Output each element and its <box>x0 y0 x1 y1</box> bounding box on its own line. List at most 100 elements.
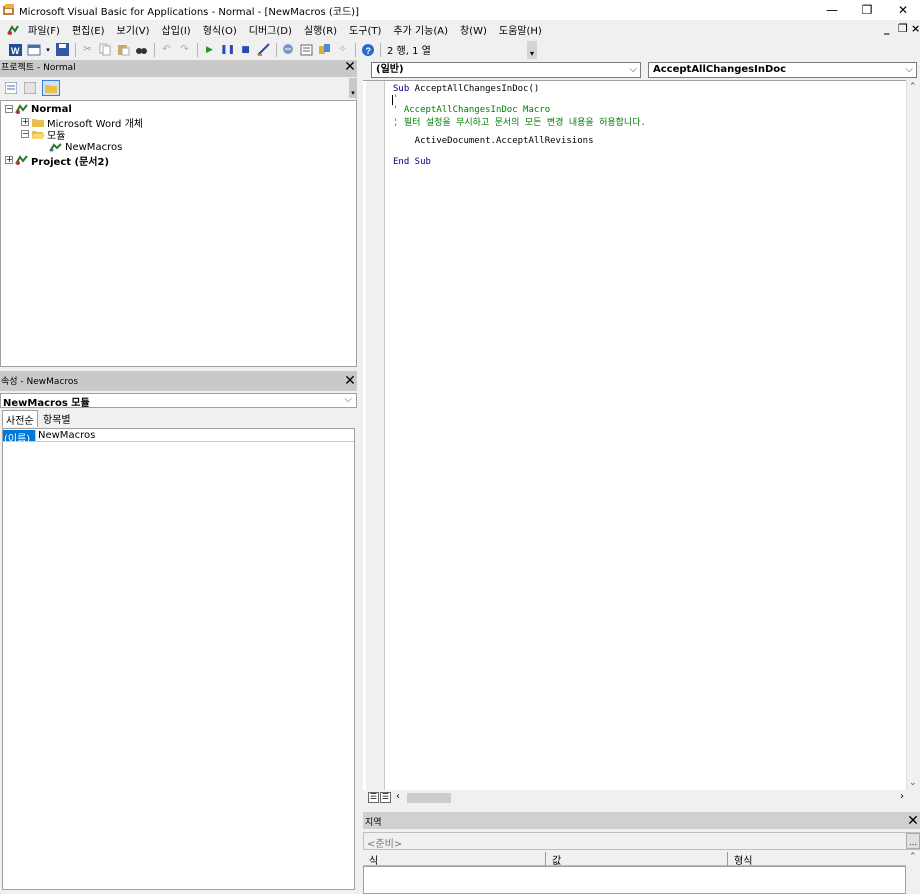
full-module-view-icon[interactable]: ☰ <box>380 792 391 803</box>
view-object-icon[interactable] <box>23 81 37 95</box>
menu-bar: 파일(F) 편집(E) 보기(V) 삽입(I) 형식(O) 디버그(D) 실행(… <box>0 20 920 39</box>
view-word-icon[interactable]: W <box>8 42 23 57</box>
code-window-header: (일반) ⌵ AcceptAllChangesInDoc ⌵ <box>363 61 920 80</box>
cut-icon[interactable]: ✂ <box>80 42 95 57</box>
reset-icon[interactable]: ■ <box>238 42 253 57</box>
project-panel-title: 프로젝트 - Normal <box>0 60 357 77</box>
vba-menu-icon[interactable] <box>6 23 20 37</box>
svg-text:?: ? <box>365 46 371 56</box>
tree-item-newmacros[interactable]: NewMacros <box>49 141 122 153</box>
project-toolbar-grip-icon[interactable]: ▾ <box>349 78 357 98</box>
mdi-close-button[interactable]: × <box>911 22 920 35</box>
dropdown-arrow-icon[interactable]: ▾ <box>44 42 52 57</box>
save-icon[interactable] <box>55 42 70 57</box>
locals-panel-title: 지역 <box>363 812 920 829</box>
scroll-left-icon[interactable]: ‹ <box>396 791 400 802</box>
properties-close-icon[interactable]: ✕ <box>343 374 357 389</box>
code-vertical-scrollbar[interactable]: ⌃ ⌄ <box>906 80 920 790</box>
mdi-restore-button[interactable]: ❐ <box>898 22 908 35</box>
vba-project-icon <box>15 155 28 165</box>
property-value[interactable]: NewMacros <box>35 430 95 441</box>
project-explorer-icon[interactable] <box>281 42 296 57</box>
find-icon[interactable] <box>134 42 149 57</box>
menu-run[interactable]: 실행(R) <box>298 22 343 37</box>
copy-icon[interactable] <box>98 42 113 57</box>
scroll-up-icon[interactable]: ⌃ <box>909 82 917 92</box>
chevron-down-icon[interactable]: ⌵ <box>344 394 352 405</box>
scroll-down-icon[interactable]: ⌄ <box>909 778 917 788</box>
tree-item-modules[interactable]: − 모듈 <box>21 128 65 142</box>
project-close-icon[interactable]: ✕ <box>343 60 357 75</box>
project-tree[interactable]: − Normal + Microsoft Word 개체 − 모듈 NewMac… <box>0 100 357 367</box>
undo-icon[interactable]: ↶ <box>159 42 174 57</box>
tab-alphabetic[interactable]: 사전순 <box>2 410 38 427</box>
property-name: (이름) <box>3 430 35 445</box>
scroll-right-icon[interactable]: › <box>900 791 904 802</box>
locals-more-button[interactable]: … <box>906 833 920 849</box>
menu-tools[interactable]: 도구(T) <box>343 22 387 37</box>
property-row[interactable]: (이름) NewMacros <box>3 430 354 445</box>
properties-window-icon[interactable] <box>299 42 314 57</box>
locals-col-type[interactable]: 형식 <box>728 852 906 867</box>
collapse-icon[interactable]: − <box>5 105 13 113</box>
run-icon[interactable]: ▶ <box>202 42 217 57</box>
mdi-minimize-button[interactable]: _ <box>884 22 890 35</box>
close-button[interactable]: ✕ <box>888 0 918 20</box>
procedure-combo[interactable]: AcceptAllChangesInDoc ⌵ <box>648 62 917 78</box>
menu-help[interactable]: 도움말(H) <box>493 22 548 37</box>
minimize-button[interactable]: — <box>817 0 847 20</box>
toolbar-options-icon[interactable]: ▾ <box>527 41 537 59</box>
tree-item-project2[interactable]: + Project (문서2) <box>5 154 109 168</box>
design-mode-icon[interactable] <box>256 42 271 57</box>
expand-icon[interactable]: + <box>21 118 29 126</box>
insert-userform-icon[interactable] <box>26 42 41 57</box>
break-icon[interactable]: ❚❚ <box>220 42 235 57</box>
toolbox-icon[interactable]: ✧ <box>335 42 350 57</box>
open-folder-icon <box>32 131 45 139</box>
window-title: Microsoft Visual Basic for Applications … <box>19 6 359 18</box>
locals-header: 식 값 형식 <box>363 852 906 867</box>
vba-app-icon <box>3 4 14 15</box>
cursor-position-label: 2 행, 1 열 <box>387 46 431 57</box>
properties-grid: (이름) NewMacros <box>2 428 355 890</box>
locals-col-value[interactable]: 값 <box>546 852 728 867</box>
tree-item-normal[interactable]: − Normal <box>5 103 72 115</box>
view-code-icon[interactable] <box>4 81 18 95</box>
menu-window[interactable]: 창(W) <box>454 22 493 37</box>
procedure-view-icon[interactable]: ☰ <box>368 792 379 803</box>
menu-edit[interactable]: 편집(E) <box>66 22 111 37</box>
collapse-icon[interactable]: − <box>21 130 29 138</box>
locals-col-expression[interactable]: 식 <box>363 852 546 867</box>
tab-categorized[interactable]: 항목별 <box>40 410 74 427</box>
locals-close-icon[interactable]: ✕ <box>906 814 920 829</box>
object-browser-icon[interactable] <box>317 42 332 57</box>
help-icon[interactable]: ? <box>360 42 375 57</box>
tree-item-word-objects[interactable]: + Microsoft Word 개체 <box>21 116 143 130</box>
properties-panel-title: 속성 - NewMacros <box>0 371 357 391</box>
code-margin[interactable] <box>366 81 385 791</box>
menu-insert[interactable]: 삽입(I) <box>156 22 197 37</box>
code-bottom-bar: ☰ ☰ ‹ › <box>363 790 920 806</box>
menu-file[interactable]: 파일(F) <box>22 22 66 37</box>
locals-list[interactable] <box>363 866 906 894</box>
expand-icon[interactable]: + <box>5 156 13 164</box>
redo-icon[interactable]: ↷ <box>177 42 192 57</box>
chevron-down-icon[interactable]: ⌵ <box>629 63 637 77</box>
menu-debug[interactable]: 디버그(D) <box>243 22 298 37</box>
menu-addins[interactable]: 추가 기능(A) <box>387 22 454 37</box>
menu-format[interactable]: 형식(O) <box>197 22 243 37</box>
horizontal-scroll-thumb[interactable] <box>407 793 451 803</box>
object-combo[interactable]: (일반) ⌵ <box>371 62 641 78</box>
menu-view[interactable]: 보기(V) <box>111 22 156 37</box>
code-editor[interactable]: Sub AcceptAllChangesInDoc() ' ' AcceptAl… <box>363 80 906 791</box>
project-toolbar: ▾ <box>0 78 357 99</box>
properties-tabs: 사전순 항목별 <box>0 410 357 427</box>
locals-scroll-up-icon[interactable]: ⌃ <box>906 852 920 894</box>
toggle-folders-icon[interactable] <box>42 80 60 96</box>
restore-button[interactable]: ❐ <box>852 0 882 20</box>
object-selector-dropdown[interactable]: NewMacros 모듈 ⌵ <box>0 393 357 409</box>
chevron-down-icon[interactable]: ⌵ <box>905 63 913 77</box>
code-line-comment-2: ' 필터 설정을 무시하고 문서의 모든 변경 내용을 허용합니다. <box>393 118 646 128</box>
paste-icon[interactable] <box>116 42 131 57</box>
code-line-statement: ActiveDocument.AcceptAllRevisions <box>393 136 594 146</box>
